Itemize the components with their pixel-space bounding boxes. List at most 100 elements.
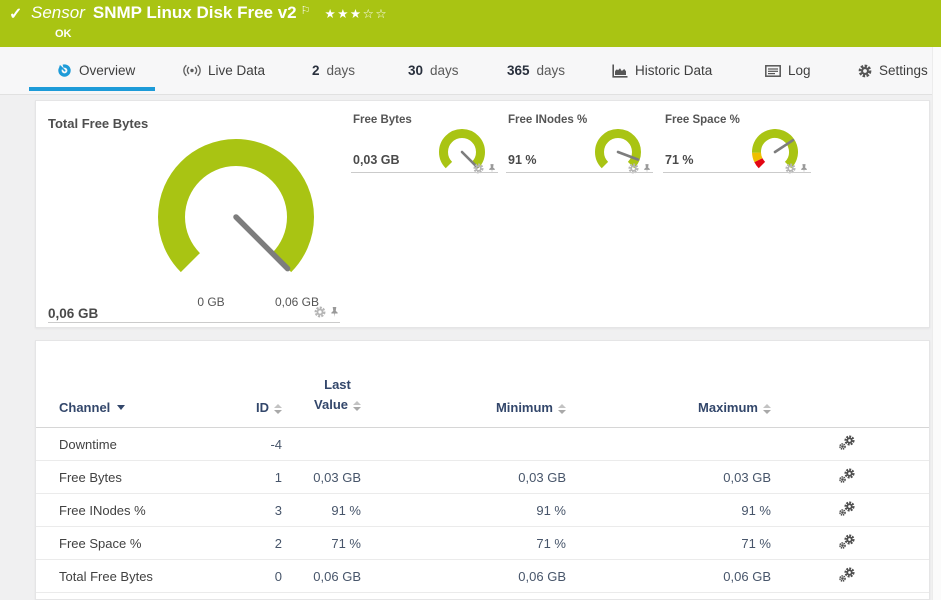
- sort-icon: [353, 401, 361, 412]
- maximum-cell: 0,06 GB: [571, 559, 776, 594]
- column-header-last-value[interactable]: Last Value: [286, 341, 366, 429]
- channel-settings-icon[interactable]: [839, 567, 857, 583]
- tab-365-days[interactable]: 365 days: [507, 47, 565, 94]
- tab-bar: Overview Live Data 2 days 30 days 365 da…: [0, 47, 941, 95]
- small-gauge-value-free-space: 71 %: [665, 153, 694, 167]
- column-header-maximum-label: Maximum: [698, 400, 758, 416]
- table-row[interactable]: Free INodes % 3 91 % 91 % 91 %: [36, 493, 929, 528]
- tab-365-days-number: 365: [507, 63, 530, 78]
- main-gauge-value: 0,06 GB: [48, 306, 99, 321]
- main-gauge-actions: [314, 306, 339, 318]
- channel-settings-icon[interactable]: [839, 435, 857, 451]
- minimum-cell: 0,06 GB: [366, 559, 571, 594]
- minimum-cell: 91 %: [366, 493, 571, 528]
- last-value-cell: 0,03 GB: [286, 460, 366, 495]
- small-gauge-value-free-bytes: 0,03 GB: [353, 153, 400, 167]
- tab-2-days[interactable]: 2 days: [312, 47, 355, 94]
- sort-icon: [558, 404, 566, 415]
- minimum-cell: 0,03 GB: [366, 460, 571, 495]
- sort-icon: [274, 404, 282, 415]
- column-header-id-label: ID: [256, 400, 269, 416]
- maximum-cell: 0,03 GB: [571, 460, 776, 495]
- status-check-icon: ✓: [9, 6, 23, 23]
- column-header-maximum[interactable]: Maximum: [571, 341, 776, 429]
- column-header-minimum[interactable]: Minimum: [366, 341, 571, 429]
- column-header-channel-label: Channel: [59, 400, 111, 416]
- minimum-cell: [366, 427, 571, 462]
- last-value-cell: 91 %: [286, 493, 366, 528]
- minimum-cell: 71 %: [366, 526, 571, 561]
- tab-log[interactable]: Log: [765, 47, 811, 94]
- channel-name-cell[interactable]: Total Free Bytes: [36, 559, 226, 594]
- small-gauge-divider: [663, 172, 811, 173]
- channel-name-cell[interactable]: Downtime: [36, 427, 226, 462]
- channel-table: Channel ID Last Value Minimum Maximum Do…: [36, 341, 929, 594]
- column-header-last-label: Last: [324, 377, 351, 392]
- channel-name-cell[interactable]: Free Bytes: [36, 460, 226, 495]
- tab-settings-label: Settings: [879, 63, 928, 78]
- tab-live-data[interactable]: Live Data: [183, 47, 265, 94]
- tab-30-days[interactable]: 30 days: [408, 47, 459, 94]
- tab-live-data-label: Live Data: [208, 63, 266, 78]
- active-tab-underline: [29, 87, 155, 91]
- small-gauge-title-free-bytes: Free Bytes: [353, 114, 412, 126]
- channel-table-panel: Channel ID Last Value Minimum Maximum Do…: [35, 340, 930, 600]
- table-row[interactable]: Downtime -4: [36, 427, 929, 462]
- channel-id-cell: 0: [226, 559, 286, 594]
- pin-icon[interactable]: [330, 306, 339, 318]
- tab-2-days-number: 2: [312, 63, 320, 78]
- channel-settings-icon[interactable]: [839, 468, 857, 484]
- tab-overview-label: Overview: [79, 63, 136, 78]
- column-header-id[interactable]: ID: [226, 341, 286, 429]
- column-header-actions: [776, 341, 929, 429]
- live-broadcast-icon: [183, 64, 201, 77]
- priority-flag-icon[interactable]: ⚐: [301, 4, 311, 17]
- gear-icon[interactable]: [314, 306, 326, 318]
- maximum-cell: 71 %: [571, 526, 776, 561]
- channel-name-cell[interactable]: Free INodes %: [36, 493, 226, 528]
- main-gauge-divider: [48, 322, 340, 323]
- main-gauge: [158, 139, 314, 273]
- column-header-minimum-label: Minimum: [495, 400, 553, 416]
- channel-id-cell: 3: [226, 493, 286, 528]
- channel-id-cell: -4: [226, 427, 286, 462]
- tab-historic-data[interactable]: Historic Data: [612, 47, 712, 94]
- small-gauge-value-free-inodes: 91 %: [508, 153, 537, 167]
- log-list-icon: [765, 64, 781, 77]
- main-gauge-min-label: 0 GB: [197, 295, 225, 309]
- table-header-row: Channel ID Last Value Minimum Maximum: [36, 341, 929, 429]
- tab-30-days-number: 30: [408, 63, 424, 78]
- sensor-status-header: ✓ Sensor SNMP Linux Disk Free v2 ⚐ ★★★☆☆…: [0, 0, 941, 47]
- tab-365-days-unit: days: [536, 63, 566, 78]
- column-header-value-label: Value: [314, 397, 348, 413]
- sensor-name: SNMP Linux Disk Free v2: [92, 3, 297, 22]
- last-value-cell: [286, 427, 366, 462]
- table-row[interactable]: Free Space % 2 71 % 71 % 71 %: [36, 526, 929, 561]
- table-row[interactable]: Free Bytes 1 0,03 GB 0,03 GB 0,03 GB: [36, 460, 929, 495]
- scrollbar-track[interactable]: [932, 47, 941, 600]
- small-gauge-title-free-space: Free Space %: [665, 114, 740, 126]
- channel-id-cell: 1: [226, 460, 286, 495]
- tab-30-days-unit: days: [430, 63, 459, 78]
- last-value-cell: 0,06 GB: [286, 559, 366, 594]
- priority-stars[interactable]: ★★★☆☆: [325, 6, 389, 21]
- gauge-overview-icon: [58, 63, 71, 77]
- tab-2-days-unit: days: [326, 63, 356, 78]
- settings-gear-icon: [858, 64, 872, 77]
- gauges-panel: Total Free Bytes 0 GB 0,06 GB 0,06 GB Fr…: [35, 100, 930, 328]
- sort-icon: [763, 404, 771, 415]
- column-header-channel[interactable]: Channel: [36, 341, 226, 429]
- small-gauge-divider: [351, 172, 498, 173]
- tab-log-label: Log: [788, 63, 811, 78]
- tab-settings[interactable]: Settings: [858, 47, 928, 94]
- sensor-title-row: Sensor SNMP Linux Disk Free v2 ⚐ ★★★☆☆: [31, 3, 388, 23]
- table-row[interactable]: Total Free Bytes 0 0,06 GB 0,06 GB 0,06 …: [36, 559, 929, 594]
- historic-chart-icon: [612, 64, 628, 78]
- object-kind-label: Sensor: [31, 3, 85, 22]
- channel-name-cell[interactable]: Free Space %: [36, 526, 226, 561]
- channel-settings-icon[interactable]: [839, 534, 857, 550]
- maximum-cell: 91 %: [571, 493, 776, 528]
- main-gauge-title: Total Free Bytes: [48, 116, 149, 131]
- channel-settings-icon[interactable]: [839, 501, 857, 517]
- sort-desc-icon: [117, 405, 126, 411]
